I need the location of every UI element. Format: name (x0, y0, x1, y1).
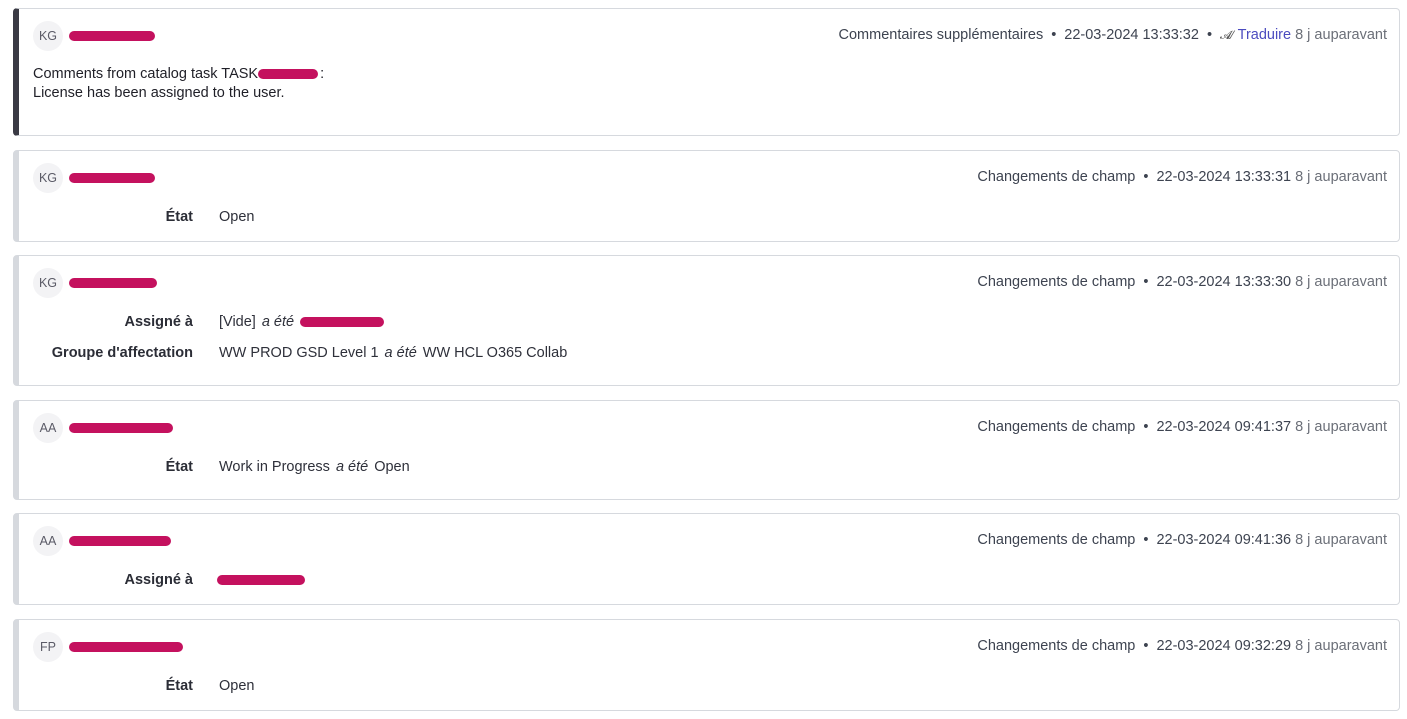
field-label: Assigné à (124, 314, 194, 330)
avatar[interactable]: KG (33, 268, 63, 298)
redacted-user-name (69, 423, 173, 433)
field-change-row: État Open (19, 209, 1399, 229)
entry-timestamp: 22-03-2024 13:33:31 (1156, 169, 1292, 185)
old-value: Work in Progress (219, 459, 330, 475)
entry-meta: Changements de champ • 22-03-2024 13:33:31… (977, 169, 1387, 185)
redacted-user-name (69, 278, 157, 288)
redacted-user-name (69, 642, 183, 652)
avatar[interactable]: FP (33, 632, 63, 662)
activity-entry-field-change: FP Changements de champ • 22-03-2024 09:32… (13, 619, 1400, 711)
new-value: WW HCL O365 Collab (422, 345, 568, 361)
comment-line: License has been assigned to the user. (33, 85, 285, 101)
new-value: Open (374, 459, 410, 475)
relative-time: 8 j auparavant (1295, 532, 1387, 548)
relative-time: 8 j auparavant (1295, 169, 1387, 185)
comment-body: Comments from catalog task TASK: License… (33, 65, 324, 103)
relative-time: 8 j auparavant (1295, 638, 1387, 654)
avatar[interactable]: AA (33, 526, 63, 556)
old-value: WW PROD GSD Level 1 (219, 345, 379, 361)
avatar[interactable]: AA (33, 413, 63, 443)
entry-timestamp: 22-03-2024 09:32:29 (1156, 638, 1292, 654)
avatar[interactable]: KG (33, 163, 63, 193)
redacted-new-value (300, 317, 385, 328)
redacted-new-value (217, 575, 305, 586)
field-change-row: Groupe d'affectation WW PROD GSD Level 1… (19, 345, 1399, 365)
entry-type: Changements de champ (977, 419, 1136, 435)
translate-link[interactable]: Traduire (1238, 27, 1291, 43)
avatar[interactable]: KG (33, 21, 63, 51)
field-value: Open (219, 678, 255, 694)
activity-entry-field-change: AA Changements de champ • 22-03-2024 09:41… (13, 400, 1400, 500)
entry-type: Commentaires supplémentaires (838, 27, 1044, 43)
entry-type: Changements de champ (977, 274, 1136, 290)
field-change-row: Assigné à [Vide] a été (19, 314, 1399, 334)
relative-time: 8 j auparavant (1295, 274, 1387, 290)
entry-timestamp: 22-03-2024 09:41:37 (1156, 419, 1292, 435)
entry-type: Changements de champ (977, 532, 1136, 548)
entry-timestamp: 22-03-2024 13:33:30 (1156, 274, 1292, 290)
entry-type: Changements de champ (977, 638, 1136, 654)
field-label: État (165, 678, 193, 694)
field-change-row: Assigné à (19, 572, 1399, 592)
activity-entry-field-change: KG Changements de champ • 22-03-2024 13:33… (13, 255, 1400, 386)
old-value: [Vide] (219, 314, 256, 330)
entry-type: Changements de champ (977, 169, 1136, 185)
field-value (217, 572, 305, 588)
changed-to-label: a été (335, 459, 369, 475)
activity-entry-field-change: KG Changements de champ • 22-03-2024 13:33… (13, 150, 1400, 242)
field-change-row: État Open (19, 678, 1399, 698)
relative-time: 8 j auparavant (1295, 27, 1387, 43)
field-label: Groupe d'affectation (51, 345, 193, 361)
relative-time: 8 j auparavant (1295, 419, 1387, 435)
entry-meta: Commentaires supplémentaires • 22-03-2024 … (838, 27, 1388, 43)
entry-meta: Changements de champ • 22-03-2024 09:41:36… (977, 532, 1387, 548)
comment-line-suffix: : (320, 66, 325, 82)
redacted-user-name (69, 31, 155, 41)
redacted-task-number (258, 69, 319, 80)
entry-meta: Changements de champ • 22-03-2024 09:32:29… (977, 638, 1387, 654)
redacted-user-name (69, 536, 171, 546)
redacted-user-name (69, 173, 155, 183)
field-value: WW PROD GSD Level 1 a été WW HCL O365 Coll… (219, 345, 567, 361)
field-value: Work in Progress a été Open (219, 459, 410, 475)
field-label: Assigné à (124, 572, 194, 588)
entry-timestamp: 22-03-2024 09:41:36 (1156, 532, 1292, 548)
changed-to-label: a été (261, 314, 295, 330)
field-change-row: État Work in Progress a été Open (19, 459, 1399, 479)
activity-entry-field-change: AA Changements de champ • 22-03-2024 09:41… (13, 513, 1400, 605)
entry-meta: Changements de champ • 22-03-2024 09:41:37… (977, 419, 1387, 435)
entry-timestamp: 22-03-2024 13:33:32 (1064, 27, 1199, 43)
field-label: État (165, 459, 193, 475)
comment-line: Comments from catalog task TASK (33, 66, 259, 82)
entry-meta: Changements de champ • 22-03-2024 13:33:30… (977, 274, 1387, 290)
field-label: État (165, 209, 193, 225)
field-value: Open (219, 209, 255, 225)
translate-icon[interactable]: 𝓐⁄ (1220, 28, 1234, 42)
changed-to-label: a été (384, 345, 417, 361)
activity-entry-comment: KG Commentaires supplémentaires • 22-03-20… (13, 8, 1400, 136)
field-value: [Vide] a été (219, 314, 385, 330)
